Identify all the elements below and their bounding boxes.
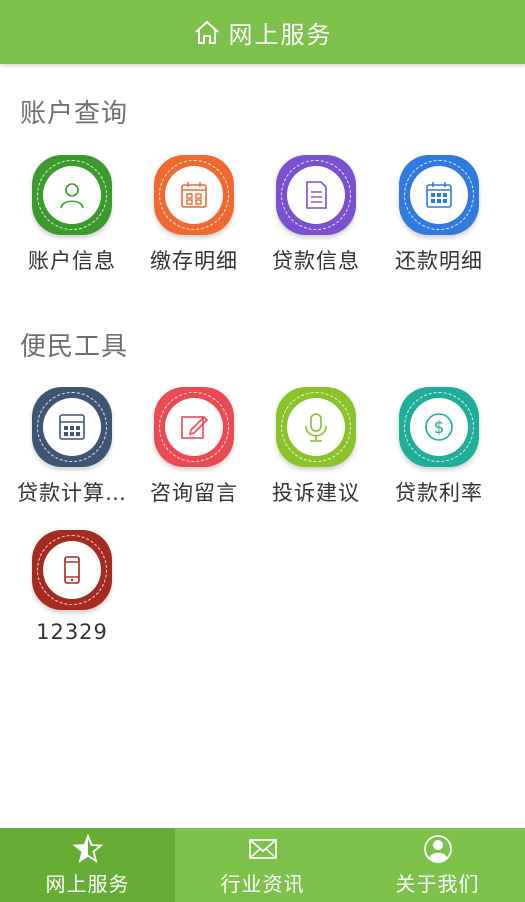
deposit-detail-tile [154,155,234,235]
tab-online-service[interactable]: 网上服务 [0,828,175,902]
complaint-suggestion-button[interactable]: 投诉建议 [255,387,377,507]
loan-rate-tile: $ [399,387,479,467]
consult-message-button[interactable]: 咨询留言 [133,387,255,507]
repayment-detail-button[interactable]: 还款明细 [378,155,500,275]
phone-icon [64,556,80,584]
consult-message-tile [154,387,234,467]
loan-rate-button[interactable]: $ 贷款利率 [378,387,500,507]
hotline-12329-tile [32,530,112,610]
loan-rate-label: 贷款利率 [395,481,483,505]
repayment-detail-tile [399,155,479,235]
complaint-suggestion-tile [276,387,356,467]
deposit-detail-button[interactable]: 缴存明细 [133,155,255,275]
calendar-icon [181,182,207,208]
bottom-tab-bar: 网上服务 行业资讯 关于我们 [0,828,525,902]
tab-industry-news[interactable]: 行业资讯 [175,828,350,902]
section-title-account: 账户查询 [20,99,129,129]
home-icon [194,20,219,44]
consult-message-label: 咨询留言 [150,481,238,505]
svg-text:$: $ [434,418,445,438]
hotline-12329-label: 12329 [36,620,108,644]
person-icon [423,834,452,863]
user-icon [60,183,84,209]
mail-icon [248,838,277,859]
document-icon [306,181,327,209]
loan-info-tile [276,155,356,235]
app-header: 网上服务 [0,0,525,64]
dollar-icon: $ [425,413,453,441]
page-title: 网上服务 [228,20,333,49]
tab-online-service-label: 网上服务 [45,871,130,896]
repayment-detail-label: 还款明细 [395,249,483,273]
tab-industry-news-label: 行业资讯 [220,871,305,896]
complaint-suggestion-label: 投诉建议 [272,481,360,505]
loan-info-label: 贷款信息 [272,249,360,273]
account-info-button[interactable]: 账户信息 [11,155,133,275]
deposit-detail-label: 缴存明细 [150,249,238,273]
tab-about-us-label: 关于我们 [395,871,480,896]
tab-about-us[interactable]: 关于我们 [350,828,525,902]
edit-icon [181,415,209,439]
loan-calculator-tile [32,387,112,467]
calendar-grid-icon [426,182,452,208]
star-icon [72,833,103,863]
loan-calculator-label: 贷款计算… [17,481,127,505]
hotline-12329-button[interactable]: 12329 [11,530,133,644]
loan-calculator-button[interactable]: 贷款计算… [11,387,133,507]
account-info-tile [32,155,112,235]
account-info-label: 账户信息 [28,249,116,273]
loan-info-button[interactable]: 贷款信息 [255,155,377,275]
calculator-icon [59,414,85,440]
microphone-icon [305,413,327,442]
section-title-tools: 便民工具 [20,332,129,362]
